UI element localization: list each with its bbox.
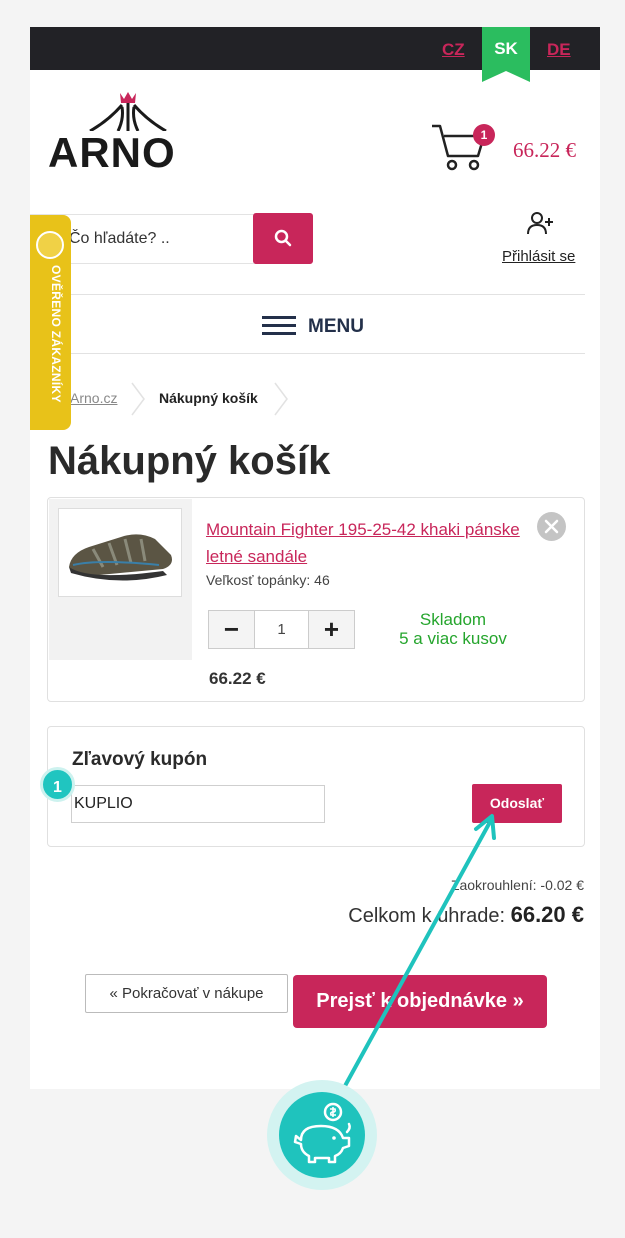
divider [68,353,585,354]
stock-status: Skladom 5 a viac kusov [378,610,528,648]
crown-logo-icon [89,92,167,131]
quantity-increase-button[interactable]: + [308,611,354,648]
search-button[interactable] [253,213,313,264]
quantity-stepper: − 1 + [208,610,355,649]
coupon-submit-button[interactable]: Odoslať [472,784,562,823]
proceed-to-order-button[interactable]: Prejsť k objednávke » [293,975,547,1028]
verified-badge[interactable]: OVĚŘENO ZÁKAZNÍKY [30,215,71,430]
verified-logo-icon [36,231,64,259]
coupon-input[interactable]: KUPLIO [71,785,325,823]
coupon-section: Zľavový kupón KUPLIO Odoslať [47,726,585,847]
product-name-link[interactable]: Mountain Fighter 195-25-42 khaki pánske … [206,516,521,570]
quantity-input[interactable]: 1 [255,611,308,648]
lang-cz-link[interactable]: CZ [442,40,465,60]
search-icon [274,229,292,247]
stock-line-2: 5 a viac kusov [399,629,507,648]
quantity-decrease-button[interactable]: − [209,611,255,648]
cart-item: Mountain Fighter 195-25-42 khaki pánske … [47,497,585,702]
breadcrumb-current: Nákupný košík [159,390,258,406]
lang-de-link[interactable]: DE [547,40,571,60]
rounding-text: Zaokrouhlení: -0.02 € [450,877,584,893]
product-image[interactable] [58,508,182,597]
verified-badge-text: OVĚŘENO ZÁKAZNÍKY [49,265,63,403]
page: CZ SK DE ARNO 1 66.22 € Čo hľadáte? .. P… [30,27,600,1089]
cart-total[interactable]: 66.22 € [513,138,576,163]
close-icon [544,519,559,534]
language-bar: CZ SK DE [30,27,600,82]
stock-line-1: Skladom [419,610,487,629]
sandal-icon [69,534,172,581]
lang-sk-active[interactable]: SK [482,27,530,82]
total-value: 66.20 € [510,902,584,927]
page-title: Nákupný košík [48,439,331,483]
lang-sk-label: SK [494,39,518,58]
continue-shopping-button[interactable]: « Pokračovať v nákupe [85,974,288,1013]
step-number-badge: 1 [40,767,75,802]
breadcrumb-separator-icon [131,382,145,416]
piggy-bank-icon [293,1102,351,1164]
total-label: Celkom k úhrade: [348,905,506,927]
hamburger-icon [262,316,296,335]
breadcrumb-home[interactable]: Arno.cz [70,390,117,406]
divider [68,294,585,295]
total-line: Celkom k úhrade: 66.20 € [348,902,584,928]
logo-text: ARNO [48,129,176,176]
login-link[interactable]: Přihlásit se [502,248,575,265]
item-price: 66.22 € [209,669,266,688]
cart-count-badge: 1 [473,124,495,146]
remove-item-button[interactable] [537,512,566,541]
product-size: Veľkosť topánky: 46 [206,572,330,588]
breadcrumb-separator-icon [274,382,288,416]
user-add-icon[interactable] [526,210,554,236]
arno-logo[interactable]: ARNO [48,91,208,176]
menu-label: MENU [308,316,364,337]
coupon-title: Zľavový kupón [72,749,208,770]
piggy-bank-badge [279,1092,365,1178]
